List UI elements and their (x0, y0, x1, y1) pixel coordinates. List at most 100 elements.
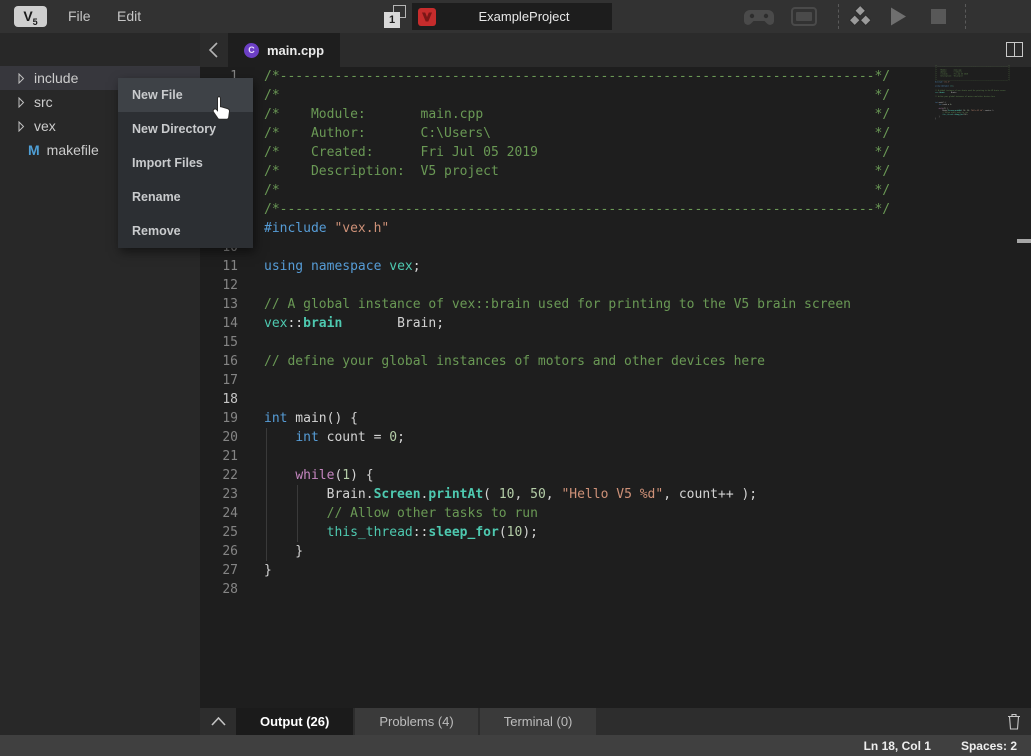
code-line[interactable]: int count = 0; (264, 428, 890, 447)
line-number: 27 (200, 561, 250, 580)
line-number: 13 (200, 295, 250, 314)
code-editor[interactable]: 1234567891011121314151617181920212223242… (200, 67, 1031, 708)
code-line[interactable] (264, 371, 890, 390)
code-line[interactable]: Brain.Screen.printAt( 10, 50, "Hello V5 … (264, 485, 890, 504)
context-menu-item-new-directory[interactable]: New Directory (118, 112, 253, 146)
panel-tab-terminal[interactable]: Terminal (0) (480, 708, 597, 735)
toolbar-divider (838, 4, 839, 29)
code-line[interactable]: /*--------------------------------------… (264, 200, 890, 219)
minimap[interactable]: /*--------------------------------------… (935, 65, 1017, 137)
status-bar: Ln 18, Col 1 Spaces: 2 (0, 735, 1031, 756)
tab-main-cpp[interactable]: C main.cpp (228, 33, 340, 67)
code-line[interactable]: /* Module: main.cpp */ (264, 105, 890, 124)
slot-selector[interactable]: 1 (384, 5, 408, 29)
code-line: int count = 0; (935, 104, 945, 106)
trash-icon (1007, 713, 1021, 730)
line-number: 18 (200, 390, 250, 409)
panel-tabs: Output (26)Problems (4)Terminal (0) (236, 708, 598, 735)
context-menu-item-import-files[interactable]: Import Files (118, 146, 253, 180)
controller-icon[interactable] (744, 7, 774, 27)
code-line[interactable] (264, 580, 890, 599)
code-line[interactable]: /* Author: C:\Users\ */ (264, 124, 890, 143)
project-title-box[interactable]: ExampleProject (412, 3, 612, 30)
sidebar-item-label: makefile (47, 142, 99, 158)
line-number: 14 (200, 314, 250, 333)
code-line[interactable] (264, 238, 890, 257)
indentation-setting[interactable]: Spaces: 2 (961, 739, 1017, 753)
toolbar-divider (965, 4, 966, 29)
top-bar: V5 File Edit 1 ExampleProject (0, 0, 1031, 33)
project-name: ExampleProject (436, 9, 612, 24)
code-line[interactable] (264, 333, 890, 352)
makefile-icon: M (28, 142, 40, 158)
code-line[interactable]: /*--------------------------------------… (264, 67, 890, 86)
line-number: 16 (200, 352, 250, 371)
code-line[interactable]: using namespace vex; (264, 257, 890, 276)
line-number: 17 (200, 371, 250, 390)
code-line[interactable]: while(1) { (264, 466, 890, 485)
context-menu: New FileNew DirectoryImport FilesRenameR… (118, 78, 253, 248)
line-number: 20 (200, 428, 250, 447)
play-icon[interactable] (890, 7, 907, 26)
menu-edit[interactable]: Edit (117, 0, 141, 33)
back-chevron-icon[interactable] (208, 42, 222, 58)
folder-collapsed-icon (18, 73, 25, 84)
menu-file[interactable]: File (68, 0, 91, 33)
line-number: 15 (200, 333, 250, 352)
line-number: 24 (200, 504, 250, 523)
sidebar-item-label: src (34, 94, 53, 110)
panel-collapse-button[interactable] (200, 708, 236, 735)
cursor-position[interactable]: Ln 18, Col 1 (864, 739, 931, 753)
line-number: 22 (200, 466, 250, 485)
line-number: 25 (200, 523, 250, 542)
code-line[interactable]: // Allow other tasks to run (264, 504, 890, 523)
code-lines[interactable]: /*--------------------------------------… (264, 67, 890, 599)
download-cubes-icon[interactable] (849, 6, 871, 27)
code-line[interactable]: this_thread::sleep_for(10); (264, 523, 890, 542)
split-editor-icon[interactable] (1006, 42, 1023, 57)
context-menu-item-new-file[interactable]: New File (118, 78, 253, 112)
code-line: vex::brain Brain; (935, 91, 945, 93)
line-number: 19 (200, 409, 250, 428)
indent-guide (297, 485, 298, 542)
line-number: 23 (200, 485, 250, 504)
code-line[interactable]: vex::brain Brain; (264, 314, 890, 333)
code-line[interactable] (264, 390, 890, 409)
tab-label: main.cpp (267, 43, 324, 58)
code-line[interactable]: // A global instance of vex::brain used … (264, 295, 890, 314)
editor-tab-strip: C main.cpp (200, 33, 1031, 67)
code-line[interactable]: // define your global instances of motor… (264, 352, 890, 371)
line-number: 26 (200, 542, 250, 561)
slot-number: 1 (384, 12, 400, 28)
code-line: // define your global instances of motor… (935, 95, 945, 97)
code-line (935, 120, 945, 122)
vex-brain-icon (418, 8, 436, 26)
folder-collapsed-icon (18, 121, 25, 132)
code-line[interactable]: /* */ (264, 86, 890, 105)
chevron-up-icon (211, 717, 226, 726)
sidebar-item-label: include (34, 70, 78, 86)
code-line[interactable] (264, 447, 890, 466)
line-number: 12 (200, 276, 250, 295)
folder-collapsed-icon (18, 97, 25, 108)
vex-v5-logo: V5 (14, 6, 47, 27)
context-menu-item-remove[interactable]: Remove (118, 214, 253, 248)
code-line[interactable]: /* */ (264, 181, 890, 200)
context-menu-item-rename[interactable]: Rename (118, 180, 253, 214)
brain-screen-icon[interactable] (791, 7, 817, 26)
panel-tab-output[interactable]: Output (26) (236, 708, 353, 735)
code-line: #include "vex.h" (935, 81, 945, 83)
code-line: using namespace vex; (935, 85, 945, 87)
code-line[interactable]: #include "vex.h" (264, 219, 890, 238)
code-line[interactable]: int main() { (264, 409, 890, 428)
code-line[interactable]: /* Created: Fri Jul 05 2019 */ (264, 143, 890, 162)
panel-tab-problems[interactable]: Problems (4) (355, 708, 477, 735)
stop-icon[interactable] (931, 9, 946, 24)
code-line[interactable]: /* Description: V5 project */ (264, 162, 890, 181)
code-line[interactable]: } (264, 542, 890, 561)
code-line[interactable]: } (264, 561, 890, 580)
bottom-panel-tabbar: Output (26)Problems (4)Terminal (0) (200, 708, 1031, 735)
overview-ruler-cursor (1017, 239, 1031, 243)
code-line[interactable] (264, 276, 890, 295)
clear-output-button[interactable] (997, 708, 1031, 735)
